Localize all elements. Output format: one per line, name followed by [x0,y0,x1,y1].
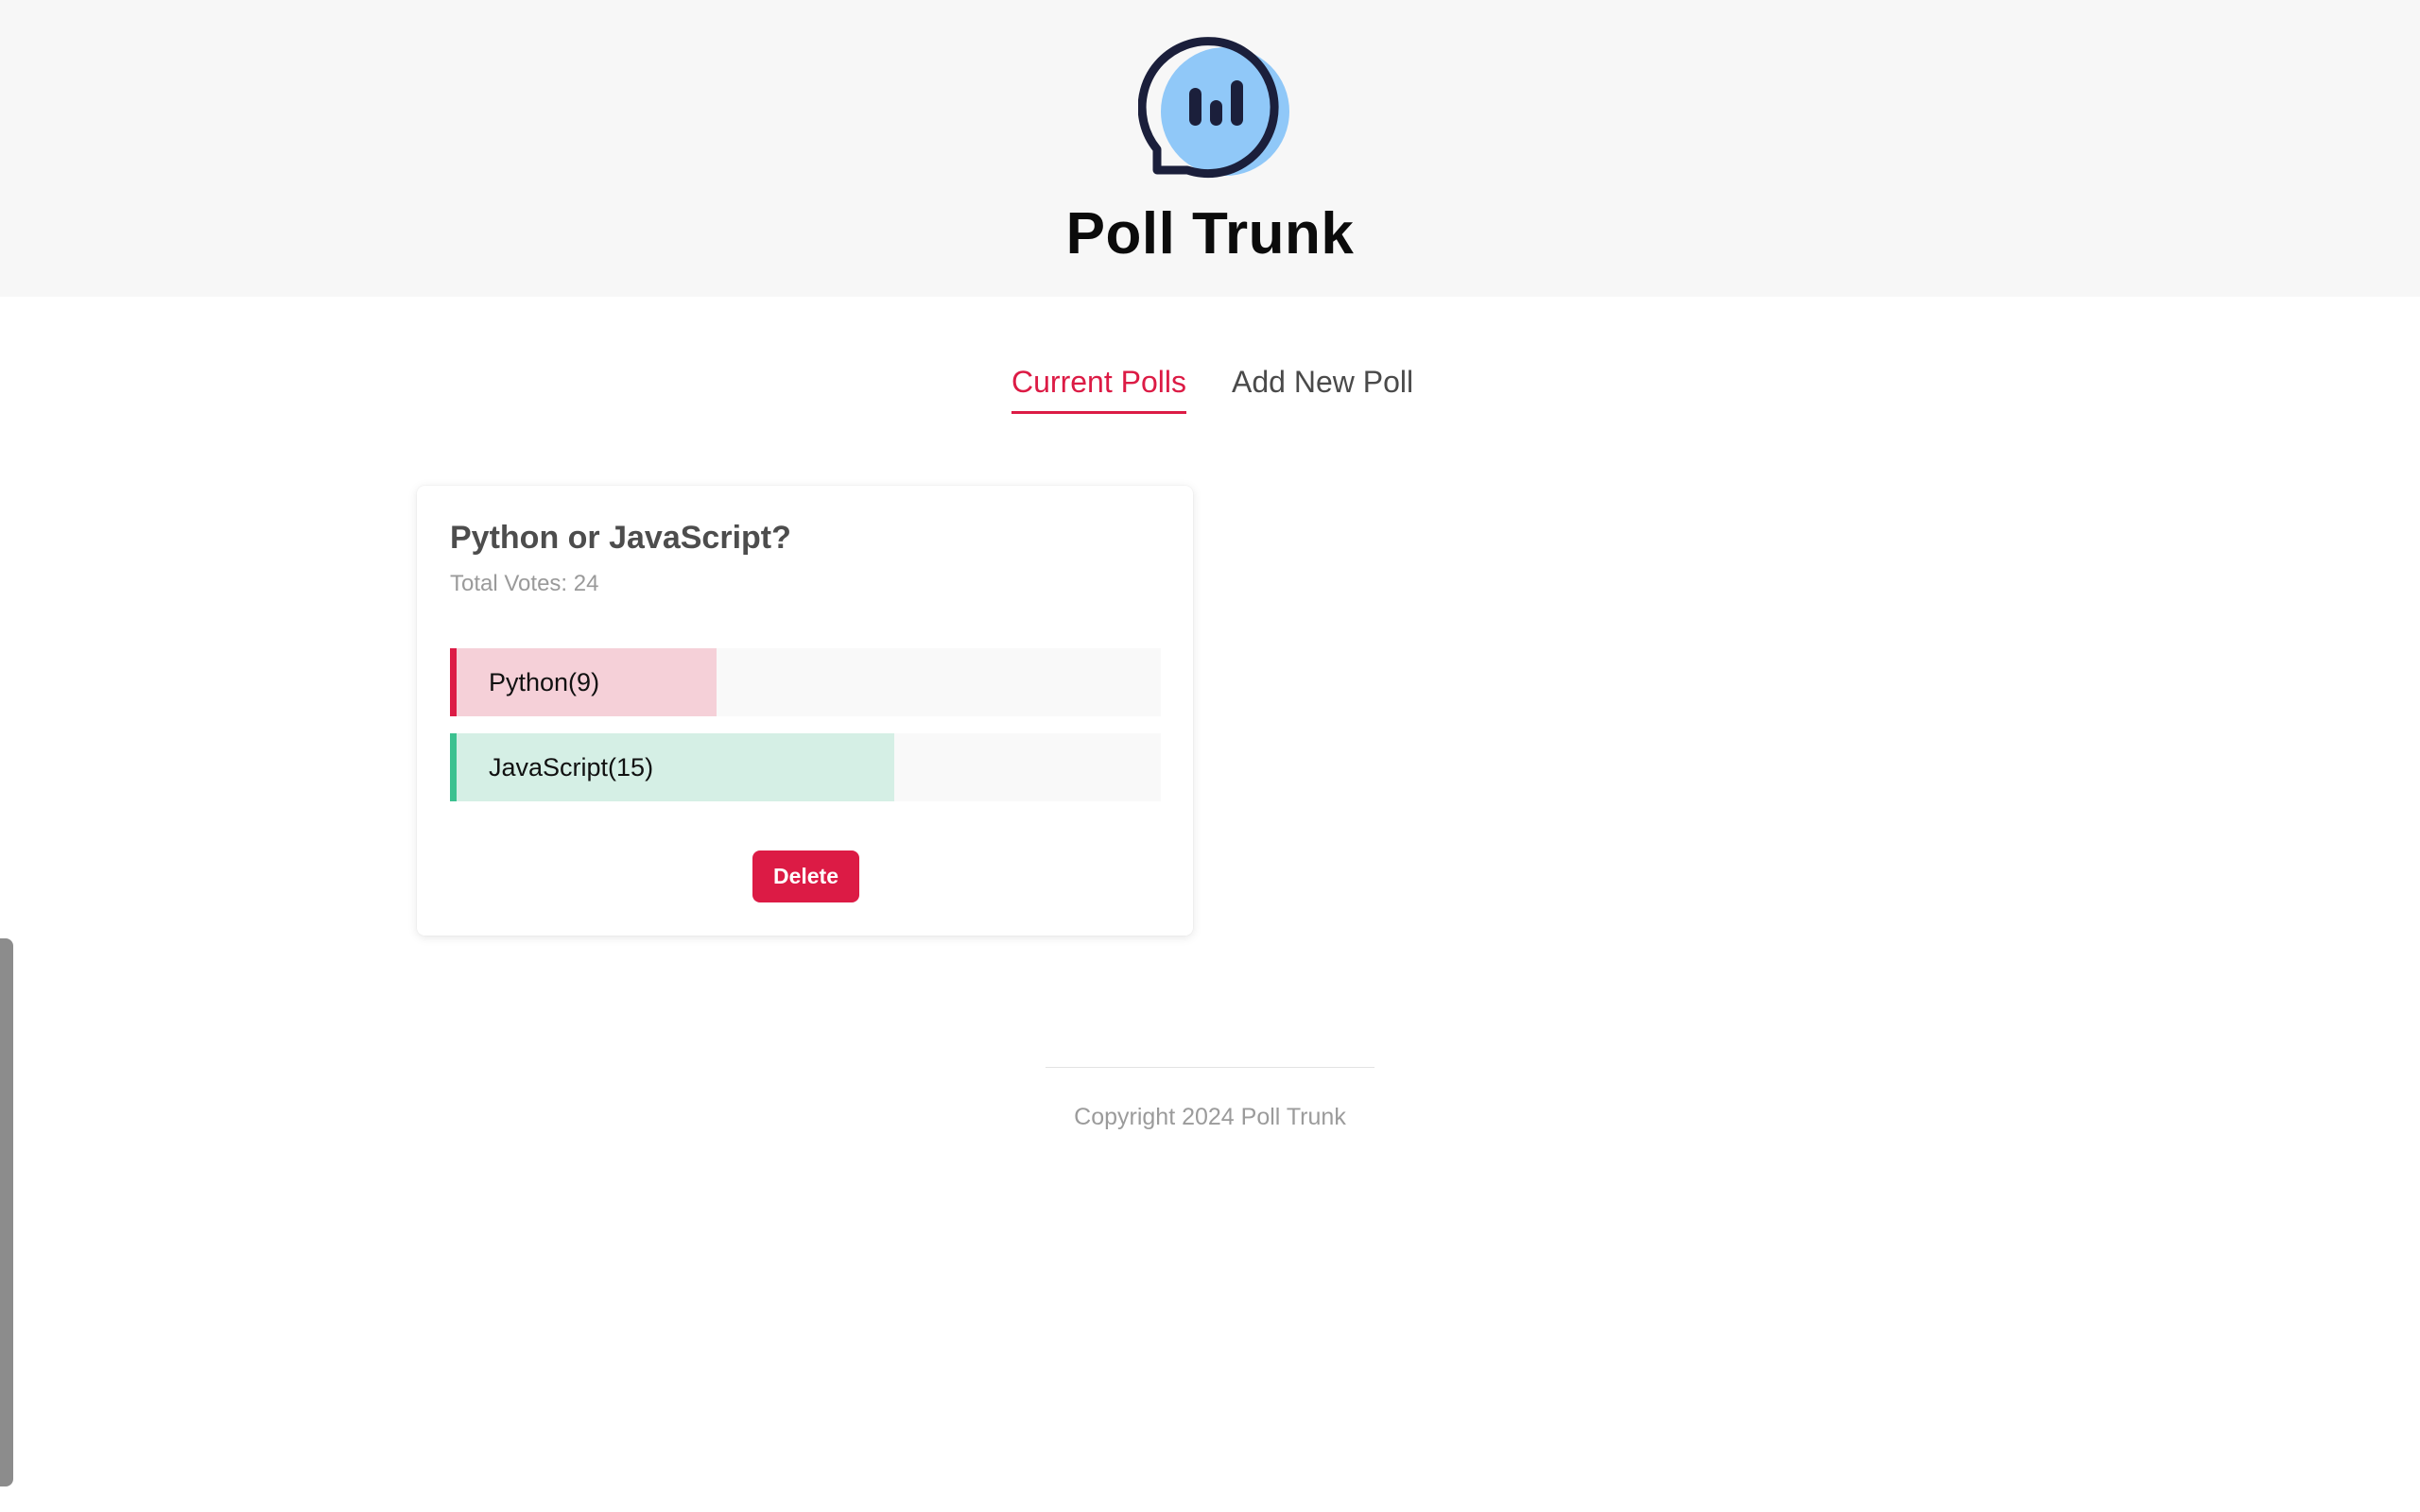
tab-current-polls[interactable]: Current Polls [1011,365,1186,414]
chat-bar-chart-icon[interactable] [1138,28,1289,184]
poll-option-javascript[interactable]: JavaScript(15) [450,733,1161,801]
poll-option-label: JavaScript(15) [489,753,654,782]
total-votes-label: Total Votes: 24 [450,571,599,596]
poll-question: Python or JavaScript? [450,520,791,556]
poll-tabs: Current Polls Add New Poll [0,365,2420,421]
site-title: Poll Trunk [1065,201,1355,266]
poll-option-label: Python(9) [489,668,600,696]
tab-add-new-poll[interactable]: Add New Poll [1232,365,1413,411]
side-scroll-handle[interactable] [0,938,13,1486]
delete-poll-button[interactable]: Delete [752,850,859,902]
copyright-text: Copyright 2024 Poll Trunk [1074,1104,1346,1130]
poll-card: Python or JavaScript? Total Votes: 24 Py… [417,486,1193,936]
footer-divider [1046,1067,1374,1068]
site-header: Poll Trunk [0,0,2420,297]
poll-option-python[interactable]: Python(9) [450,648,1161,716]
total-votes: Total Votes: 24 [450,571,598,597]
page: Poll Trunk Current Polls Add New Poll Py… [0,0,2420,1512]
